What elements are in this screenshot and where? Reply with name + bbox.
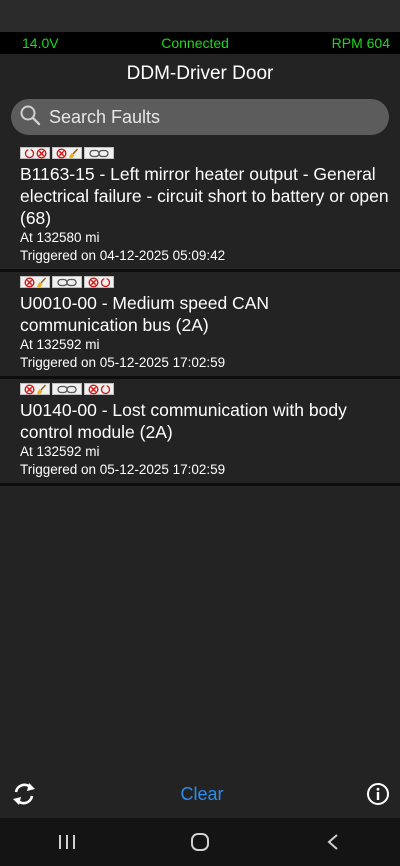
fault-description: U0010-00 - Medium speed CAN communicatio…: [20, 293, 270, 335]
broom-icon: [36, 384, 47, 395]
search-bar[interactable]: [11, 99, 389, 135]
fault-status-badges: [20, 383, 390, 395]
page-title: DDM-Driver Door: [126, 63, 274, 84]
rpm-readout: RPM 604: [331, 35, 390, 51]
fault-description: B1163-15 - Left mirror heater output - G…: [20, 164, 389, 228]
pending-icon: [100, 384, 111, 395]
refresh-icon[interactable]: [10, 780, 38, 808]
fault-item[interactable]: U0010-00 - Medium speed CAN communicatio…: [0, 272, 400, 379]
voltage-readout: 14.0V: [22, 35, 59, 51]
status-badge: [84, 383, 114, 395]
fault-mileage: At 132592 mi: [20, 444, 100, 459]
header: DDM-Driver Door: [0, 54, 400, 94]
status-badge: [84, 147, 114, 159]
recent-apps-button[interactable]: [37, 818, 97, 866]
info-icon[interactable]: [366, 782, 390, 806]
system-status-bar: [0, 0, 400, 32]
search-input[interactable]: [47, 105, 371, 129]
fault-description: U0140-00 - Lost communication with body …: [20, 400, 347, 442]
status-badge: [52, 383, 82, 395]
fault-triggered-time: Triggered on 04-12-2025 05:09:42: [20, 248, 226, 263]
fault-item[interactable]: U0140-00 - Lost communication with body …: [0, 379, 400, 486]
stop-icon: [87, 383, 99, 395]
status-badge: [20, 383, 50, 395]
status-badge: [52, 276, 82, 288]
chain-icon: [57, 278, 77, 287]
chain-icon: [57, 385, 77, 394]
broom-icon: [68, 148, 79, 159]
fault-item[interactable]: B1163-15 - Left mirror heater output - G…: [0, 143, 400, 272]
fault-mileage: At 132580 mi: [20, 230, 100, 245]
stop-icon: [55, 147, 67, 159]
pending-icon: [24, 148, 35, 159]
back-button[interactable]: [303, 818, 363, 866]
fault-triggered-time: Triggered on 05-12-2025 17:02:59: [20, 355, 226, 370]
status-badge: [20, 147, 50, 159]
fault-status-badges: [20, 147, 390, 159]
stop-icon: [23, 383, 35, 395]
broom-icon: [36, 277, 47, 288]
fault-status-badges: [20, 276, 390, 288]
pending-icon: [100, 277, 111, 288]
fault-list: B1163-15 - Left mirror heater output - G…: [0, 143, 400, 486]
system-nav-bar: [0, 818, 400, 866]
status-badge: [84, 276, 114, 288]
fault-triggered-time: Triggered on 05-12-2025 17:02:59: [20, 462, 226, 477]
search-icon: [19, 104, 41, 131]
connection-status: Connected: [161, 35, 229, 51]
home-button[interactable]: [170, 818, 230, 866]
stop-icon: [23, 276, 35, 288]
obd-status-bar: 14.0V Connected RPM 604: [0, 32, 400, 54]
stop-icon: [35, 147, 47, 159]
status-badge: [52, 147, 82, 159]
fault-mileage: At 132592 mi: [20, 337, 100, 352]
clear-button[interactable]: Clear: [180, 784, 223, 805]
stop-icon: [87, 276, 99, 288]
status-badge: [20, 276, 50, 288]
bottom-toolbar: Clear: [0, 770, 400, 818]
chain-icon: [89, 149, 109, 158]
